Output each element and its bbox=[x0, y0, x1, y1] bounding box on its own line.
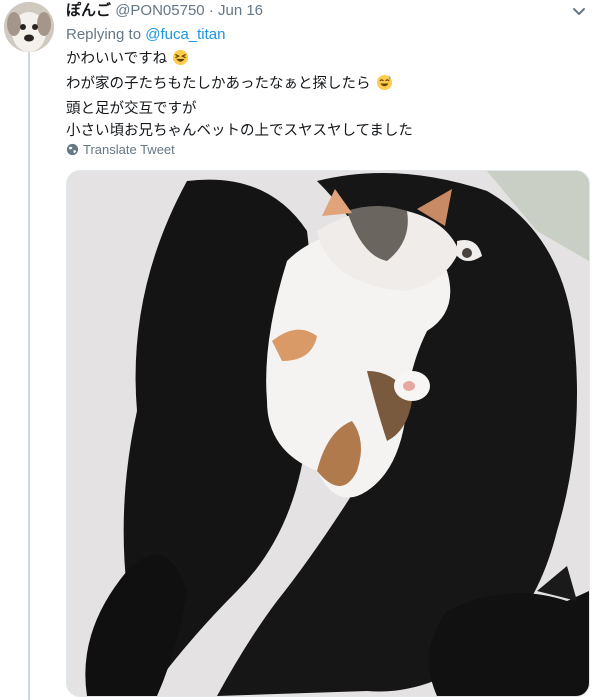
tweet-photo[interactable] bbox=[66, 170, 590, 697]
tweet-text: かわいいですね わが家の子たちもたしかあったなぁと探したら 頭と足が交互ですが … bbox=[66, 48, 413, 142]
user-avatar[interactable] bbox=[4, 2, 54, 52]
display-name[interactable]: ぽんご bbox=[66, 2, 111, 19]
replying-mention-link[interactable]: @fuca_titan bbox=[145, 26, 225, 43]
globe-icon bbox=[66, 143, 79, 156]
tweet-line: 小さい頃お兄ちゃんベットの上でスヤスヤしてました bbox=[66, 120, 413, 142]
tweet-line-text: かわいいですね bbox=[66, 51, 168, 67]
tweet-line: 頭と足が交互ですが bbox=[66, 98, 413, 120]
grinning-sweat-face-icon bbox=[376, 74, 393, 98]
grinning-squinting-face-icon bbox=[172, 49, 189, 73]
tweet-line: かわいいですね bbox=[66, 48, 413, 73]
replying-prefix: Replying to bbox=[66, 26, 142, 43]
tweet-line-text: 小さい頃お兄ちゃんベットの上でスヤスヤしてました bbox=[66, 123, 413, 139]
separator-dot: · bbox=[208, 2, 214, 19]
dog-avatar-icon bbox=[4, 2, 54, 52]
replying-to: Replying to @fuca_titan bbox=[66, 26, 226, 43]
tweet-line: わが家の子たちもたしかあったなぁと探したら bbox=[66, 73, 413, 98]
translate-tweet-link[interactable]: Translate Tweet bbox=[66, 142, 175, 157]
tweet-line-text: わが家の子たちもたしかあったなぁと探したら bbox=[66, 76, 371, 92]
tweet-line-text: 頭と足が交互ですが bbox=[66, 101, 197, 117]
tweet-date[interactable]: Jun 16 bbox=[218, 2, 263, 19]
cats-photo-image bbox=[67, 171, 589, 696]
translate-label: Translate Tweet bbox=[83, 142, 175, 157]
thread-line bbox=[28, 52, 30, 700]
tweet-header: ぽんご @PON05750 · Jun 16 bbox=[66, 2, 263, 20]
chevron-down-icon bbox=[573, 8, 585, 15]
user-handle[interactable]: @PON05750 bbox=[115, 2, 204, 19]
tweet-menu-button[interactable] bbox=[568, 0, 590, 22]
